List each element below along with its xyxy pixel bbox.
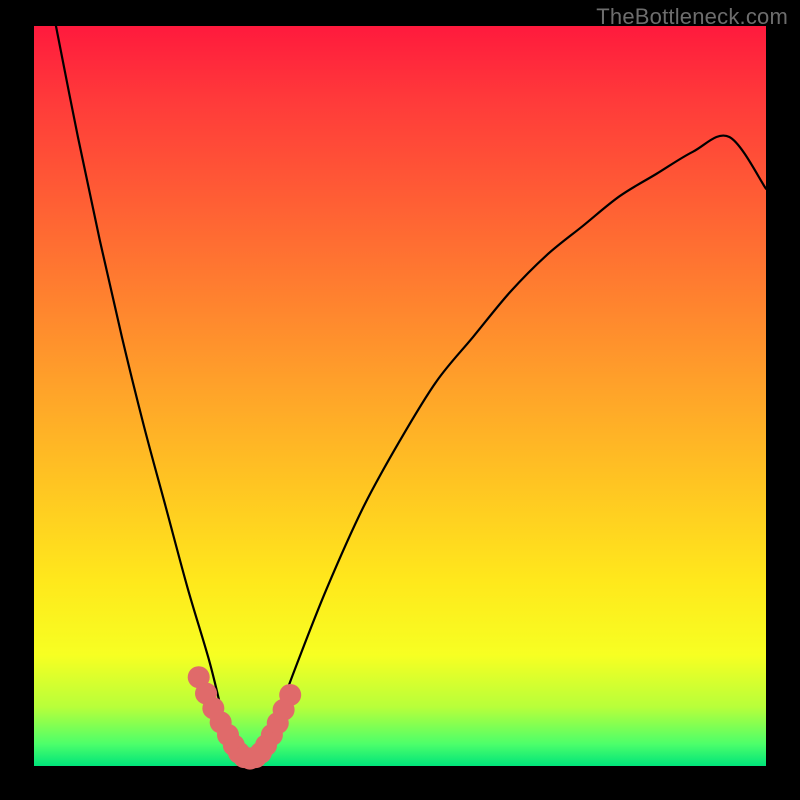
- optimal-zone-dot: [279, 684, 301, 706]
- chart-frame: TheBottleneck.com: [0, 0, 800, 800]
- optimal-zone-markers: [188, 666, 302, 769]
- plot-area: [34, 26, 766, 766]
- bottleneck-curve: [56, 26, 766, 767]
- curve-group: [56, 26, 766, 770]
- chart-svg: [34, 26, 766, 766]
